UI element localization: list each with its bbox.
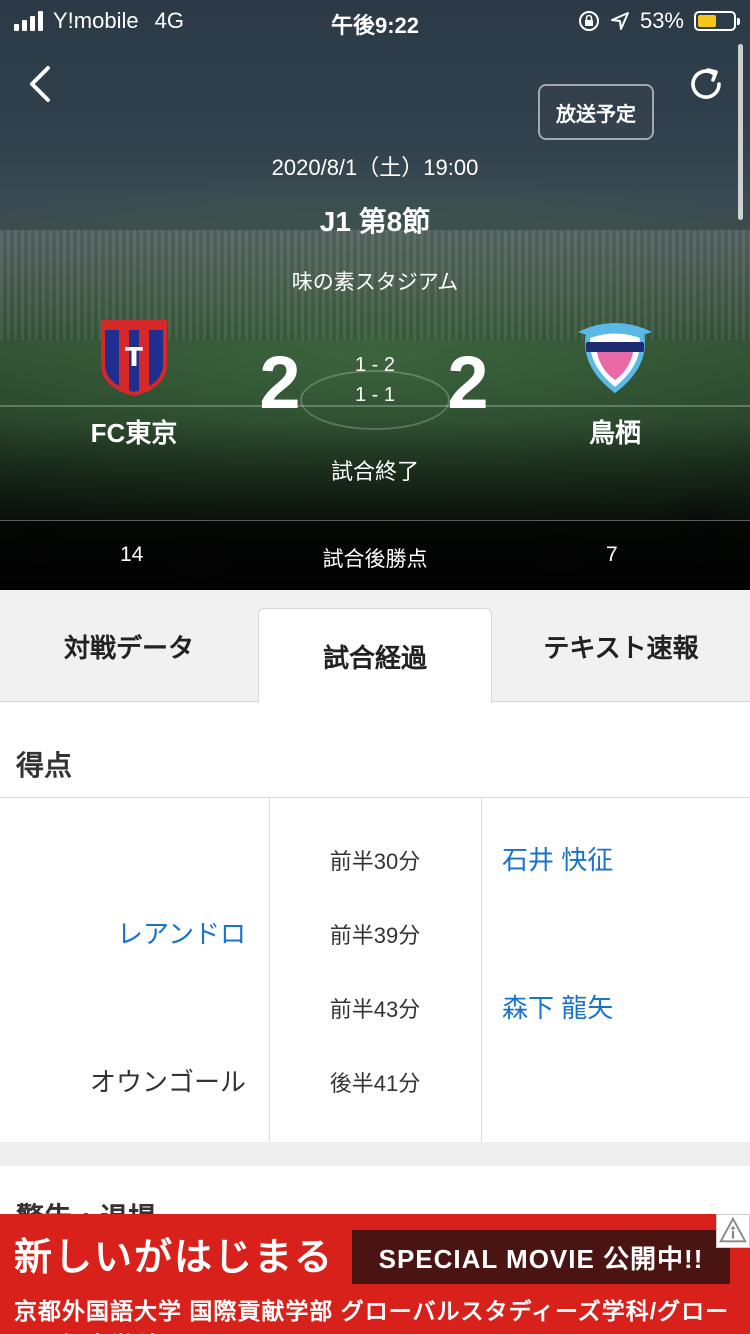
- points-bar: 14 試合後勝点 7: [0, 520, 750, 590]
- match-venue: 味の素スタジアム: [291, 271, 459, 294]
- tab-match-progress[interactable]: 試合経過: [258, 608, 492, 703]
- away-scorer[interactable]: 石井 快征: [502, 840, 742, 877]
- goal-time: 前半43分: [329, 997, 421, 1022]
- back-icon[interactable]: [22, 62, 62, 106]
- broadcast-schedule-button[interactable]: 放送予定: [538, 84, 654, 140]
- goals-section-header: 得点: [0, 730, 750, 798]
- goal-row: 前半30分 石井 快征: [0, 822, 750, 896]
- half-scores: 1 - 2 1 - 1: [320, 350, 430, 410]
- tab-live-text[interactable]: テキスト速報: [492, 590, 750, 702]
- fc-tokyo-crest-icon: T: [101, 320, 167, 397]
- svg-text:T: T: [125, 343, 143, 373]
- tab-head-to-head[interactable]: 対戦データ: [0, 590, 258, 702]
- away-score: 2: [447, 341, 489, 424]
- second-half-score: 1 - 1: [354, 384, 396, 406]
- goal-time: 前半39分: [329, 923, 421, 948]
- match-header: Y!mobile 4G 午後9:22 53% 放送予定 2020/8/1（土）1…: [0, 0, 750, 590]
- goal-time: 前半30分: [329, 849, 421, 874]
- goals-title: 得点: [16, 750, 73, 781]
- status-bar: Y!mobile 4G 午後9:22 53%: [0, 0, 750, 40]
- sagan-tosu-crest-icon: [578, 323, 652, 394]
- home-team[interactable]: T FC東京: [24, 318, 244, 450]
- match-date: 2020/8/1（土）19:00: [271, 155, 479, 180]
- goal-row: レアンドロ 前半39分: [0, 896, 750, 970]
- home-scorer: オウンゴール: [89, 1067, 246, 1097]
- refresh-icon[interactable]: [686, 64, 726, 104]
- info-icon[interactable]: [716, 1214, 750, 1248]
- points-label: 試合後勝点: [322, 548, 428, 571]
- orientation-lock-icon: [578, 11, 599, 31]
- away-scorer[interactable]: 森下 龍矢: [502, 988, 742, 1025]
- goal-time: 後半41分: [329, 1071, 421, 1096]
- home-scorer[interactable]: レアンドロ: [0, 914, 246, 951]
- battery-icon: [694, 11, 740, 31]
- first-half-score: 1 - 2: [354, 354, 396, 376]
- ad-headline: 新しいがはじまる: [14, 1237, 335, 1279]
- scrollbar[interactable]: [738, 44, 743, 220]
- goal-row: 前半43分 森下 龍矢: [0, 970, 750, 1044]
- away-team-name: 鳥栖: [588, 418, 641, 448]
- battery-percent: 53%: [639, 8, 684, 33]
- home-score: 2: [259, 341, 301, 424]
- ad-badge: SPECIAL MOVIE 公開中!!: [352, 1230, 730, 1284]
- away-team[interactable]: 鳥栖: [505, 318, 725, 450]
- location-icon: [610, 12, 629, 30]
- ad-banner[interactable]: 新しいがはじまる SPECIAL MOVIE 公開中!! 京都外国語大学 国際貢…: [0, 1214, 750, 1334]
- goals-table: 前半30分 石井 快征 レアンドロ 前半39分 前半43分 森下 龍矢 オウンゴ…: [0, 798, 750, 1142]
- ad-subline: 京都外国語大学 国際貢献学部 グローバルスタディーズ学科/グローバル観光学科: [14, 1298, 730, 1334]
- away-points: 7: [606, 543, 618, 566]
- match-round: J1 第8節: [319, 206, 431, 237]
- home-team-name: FC東京: [90, 418, 178, 448]
- section-separator: [0, 1142, 750, 1166]
- tab-bar: 対戦データ 試合経過 テキスト速報: [0, 590, 750, 703]
- match-status: 試合終了: [330, 459, 419, 484]
- goal-row: オウンゴール 後半41分: [0, 1044, 750, 1118]
